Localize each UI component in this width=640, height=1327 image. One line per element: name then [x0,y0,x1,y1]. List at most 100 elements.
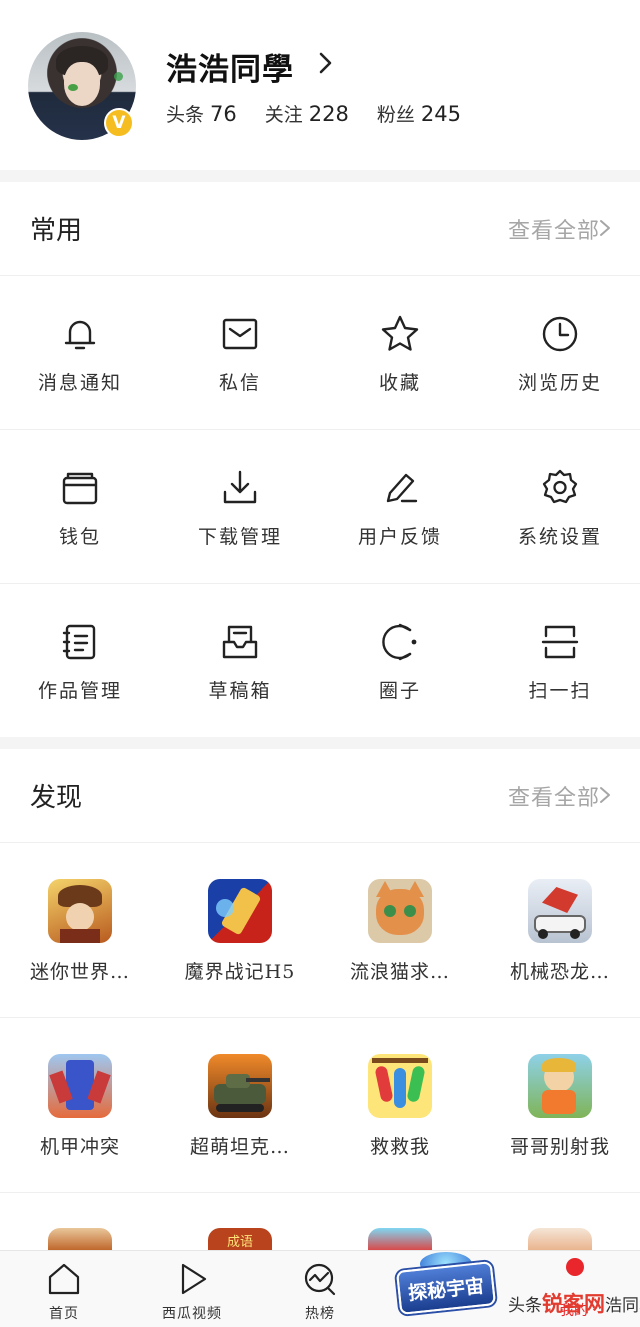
menu-drafts[interactable]: 草稿箱 [160,584,320,737]
stat-label: 关注 [264,104,303,126]
watermark-prefix: 头条 [508,1296,542,1316]
game-stray-cat[interactable]: 流浪猫求… [320,843,480,1018]
game-label: 流浪猫求… [349,961,450,983]
gear-icon [540,468,580,508]
stat-label: 粉丝 [376,104,415,126]
game-icon [48,879,112,943]
menu-label: 消息通知 [37,372,122,394]
game-label: 救救我 [369,1136,430,1158]
profile-header: V 浩浩同學 头条 76 关注 228 粉丝 245 [0,0,640,170]
menu-downloads[interactable]: 下载管理 [160,430,320,583]
profile-stats: 头条 76 关注 228 粉丝 245 [166,100,461,127]
menu-circles[interactable]: 圈子 [320,584,480,737]
game-mech-dino[interactable]: 机械恐龙… [480,843,640,1018]
game-demon-war[interactable]: 魔界战记H5 [160,843,320,1018]
game-icon [528,879,592,943]
stat-posts[interactable]: 头条 76 [166,100,237,127]
trending-icon [304,1263,336,1296]
stat-following[interactable]: 关注 228 [265,100,349,127]
circle-icon [380,622,420,662]
tab-home[interactable]: 首页 [0,1251,128,1327]
game-icon [48,1054,112,1118]
game-label: 机甲冲突 [39,1136,120,1158]
game-label: 魔界战记H5 [184,961,296,983]
menu-history[interactable]: 浏览历史 [480,276,640,429]
bell-icon [60,314,100,354]
tab-trending[interactable]: 热榜 [256,1251,384,1327]
avatar-leaf-sticker-2 [114,72,123,81]
chevron-right-icon[interactable] [316,50,336,76]
game-dont-shoot-me[interactable]: 哥哥别射我 [480,1018,640,1193]
section-divider [0,170,640,182]
notebook-icon [60,622,100,662]
discover-section-header: 发现 查看全部 [0,749,640,839]
pen-icon [380,468,420,508]
menu-works[interactable]: 作品管理 [0,584,160,737]
tab-label: 首页 [49,1306,79,1322]
menu-label: 作品管理 [37,680,122,702]
menu-scan[interactable]: 扫一扫 [480,584,640,737]
menu-settings[interactable]: 系统设置 [480,430,640,583]
section-divider [0,737,640,749]
row-divider [0,1192,640,1193]
section-title: 发现 [30,783,83,813]
envelope-icon [220,314,260,354]
avatar-leaf-sticker [68,84,78,91]
scan-icon [540,622,580,662]
game-mecha-clash[interactable]: 机甲冲突 [0,1018,160,1193]
menu-label: 圈子 [378,680,421,702]
menu-private-message[interactable]: 私信 [160,276,320,429]
username[interactable]: 浩浩同學 [166,44,294,89]
menu-label: 草稿箱 [208,680,272,702]
menu-messages[interactable]: 消息通知 [0,276,160,429]
partial-game-label: 成语 [226,1235,253,1250]
home-icon [48,1263,80,1295]
clock-icon [540,314,580,354]
game-icon-partial-4[interactable] [528,1228,592,1250]
download-icon [220,468,260,508]
game-icon-partial-1[interactable] [48,1228,112,1250]
common-section-header: 常用 查看全部 [0,182,640,272]
stat-followers[interactable]: 粉丝 245 [377,100,461,127]
tab-xigua-video[interactable]: 西瓜视频 [128,1251,256,1327]
star-icon [380,314,420,354]
game-save-me[interactable]: 救救我 [320,1018,480,1193]
game-icon-partial-3[interactable] [368,1228,432,1250]
game-icon-partial-2[interactable]: 成语 [208,1228,272,1250]
menu-label: 系统设置 [517,526,602,548]
game-label: 机械恐龙… [509,961,610,983]
game-icon [368,1054,432,1118]
play-icon [181,1263,207,1295]
game-icon [208,1054,272,1118]
game-label: 迷你世界… [29,961,130,983]
game-icon [208,879,272,943]
game-icon [368,879,432,943]
game-cute-tank[interactable]: 超萌坦克… [160,1018,320,1193]
stat-value: 245 [420,102,461,126]
menu-label: 用户反馈 [357,526,442,548]
chevron-right-icon[interactable] [598,785,612,805]
section-title: 常用 [30,216,83,246]
menu-label: 收藏 [378,372,421,394]
menu-label: 浏览历史 [517,372,602,394]
menu-wallet[interactable]: 钱包 [0,430,160,583]
view-all-link[interactable]: 查看全部 [508,213,600,245]
view-all-link[interactable]: 查看全部 [508,780,600,812]
game-label: 哥哥别射我 [509,1136,610,1158]
menu-favorites[interactable]: 收藏 [320,276,480,429]
watermark: 头条锐客网浩同學 [508,1288,640,1318]
game-label: 超萌坦克… [189,1136,290,1158]
menu-feedback[interactable]: 用户反馈 [320,430,480,583]
stat-value: 76 [210,102,237,126]
stat-label: 头条 [166,104,205,126]
menu-label: 下载管理 [197,526,282,548]
game-mini-world[interactable]: 迷你世界… [0,843,160,1018]
watermark-brand: 锐客网 [542,1292,605,1316]
stat-value: 228 [308,102,349,126]
tab-label: 西瓜视频 [162,1306,222,1322]
menu-label: 扫一扫 [528,680,592,702]
wallet-icon [60,468,100,508]
notification-dot [566,1258,584,1276]
menu-label: 钱包 [58,526,101,548]
chevron-right-icon[interactable] [598,218,612,238]
